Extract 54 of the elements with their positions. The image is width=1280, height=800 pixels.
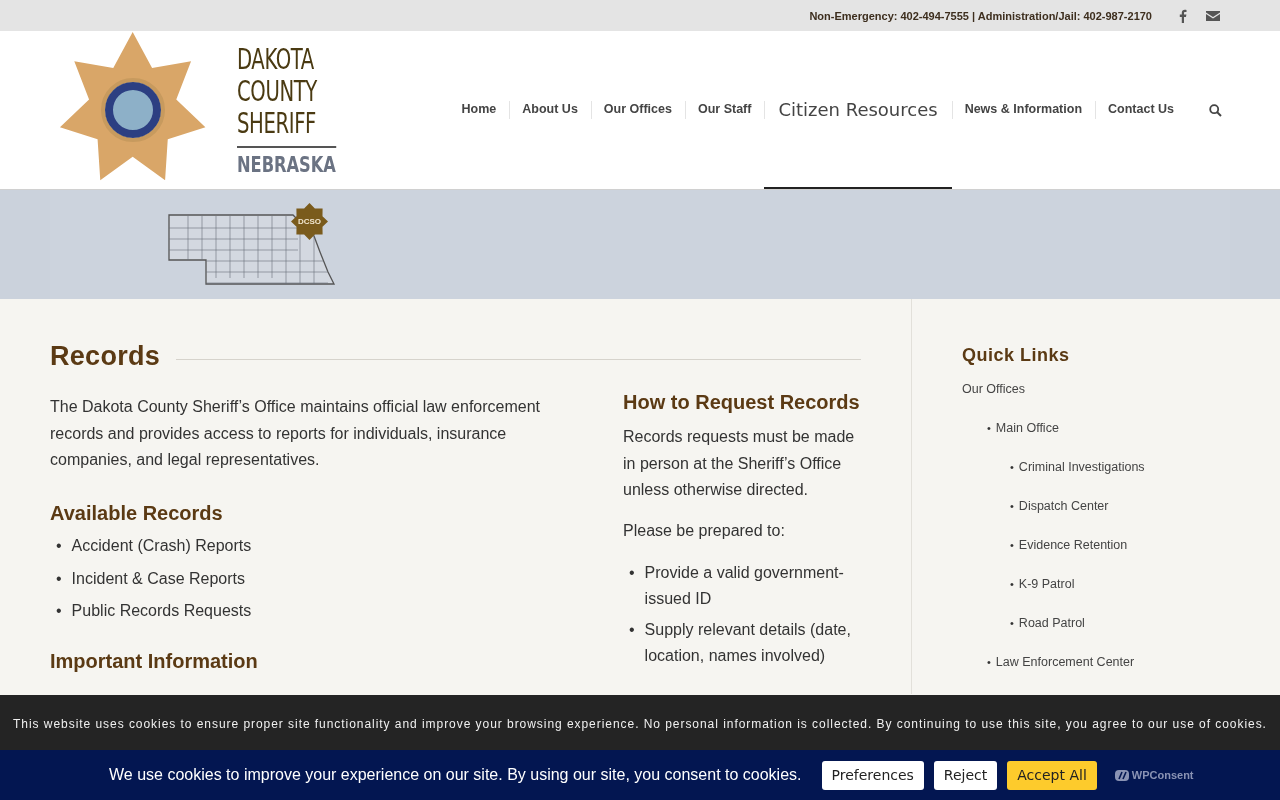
intro-paragraph: The Dakota County Sheriff’s Office maintains official law enforcement records and provides access to reports for individuals, insurance companies, and legal representatives. [50, 397, 541, 470]
logo-text: COUNTY [237, 75, 319, 108]
quick-link[interactable]: K-9 Patrol [1018, 577, 1075, 591]
quick-link[interactable]: Dispatch Center [1018, 499, 1109, 513]
bullet-icon: • [1010, 500, 1014, 512]
quick-link[interactable]: Our Offices [962, 382, 1025, 396]
bullet-icon: • [56, 600, 62, 622]
nav-link[interactable]: Our Offices [590, 31, 685, 189]
nav-link[interactable]: Our Staff [684, 31, 765, 189]
bullet-icon: • [987, 422, 991, 434]
bullet-icon: • [629, 617, 635, 669]
logo-text: DAKOTA [237, 43, 316, 76]
list-item: Provide a valid government-issued ID [644, 563, 845, 609]
facebook-icon [1179, 8, 1187, 23]
nav-link[interactable]: News & Information [951, 31, 1095, 189]
consent-button[interactable]: Reject [933, 760, 998, 790]
nav-link[interactable]: About Us [509, 31, 591, 189]
contact-phones: Non-Emergency: 402-494-7555 | Administration/Jail: 402-987-2170 [809, 9, 1152, 22]
bullet-icon: • [629, 560, 635, 612]
bullet-icon: • [1010, 461, 1014, 473]
bullet-icon: • [1010, 578, 1014, 590]
search-icon[interactable] [1209, 103, 1222, 117]
list-item: Public Records Requests [71, 601, 252, 621]
brand-name: WPConsent [1131, 769, 1194, 781]
quick-link[interactable]: Main Office [995, 421, 1059, 435]
bullet-icon: • [987, 656, 991, 668]
list-item: Supply relevant details (date, location, names involved) [644, 620, 852, 666]
paragraph: Please be prepared to: [623, 520, 786, 541]
bullet-icon: • [56, 567, 62, 590]
bullet-icon: • [1010, 539, 1014, 551]
consent-button[interactable]: Preferences [821, 760, 924, 790]
page-title: Records [50, 341, 161, 372]
section-heading: Available Records [50, 501, 224, 525]
brand-logo-icon [1114, 769, 1129, 781]
nav-link[interactable]: Home [448, 31, 510, 189]
quick-link[interactable]: Evidence Retention [1018, 538, 1128, 552]
sidebar-title: Quick Links [962, 345, 1071, 366]
quick-link[interactable]: Road Patrol [1018, 616, 1085, 630]
paragraph: Records requests must be made in person at the Sheriff’s Office unless otherwise directed. [623, 427, 856, 500]
list-item: Accident (Crash) Reports [71, 536, 252, 556]
logo-state: NEBRASKA [237, 145, 337, 177]
list-item: Incident & Case Reports [71, 568, 246, 589]
accept-button[interactable]: Accept All [1007, 760, 1097, 790]
quick-link[interactable]: Law Enforcement Center [995, 655, 1135, 669]
logo-text: SHERIFF [237, 107, 318, 140]
section-heading: How to Request Records [623, 391, 861, 414]
bullet-icon: • [1010, 617, 1014, 629]
bullet-icon: • [56, 535, 62, 557]
cookie-notice-text: This website uses cookies to ensure proper site functionality and improve your browsing experience. No personal information is collected. By continuing to use this site, you agree to our use of cookies. [13, 717, 1267, 733]
quick-link[interactable]: Criminal Investigations [1018, 460, 1145, 474]
consent-text: We use cookies to improve your experience on our site. By using our site, you consent to cookies. [109, 766, 802, 784]
nav-link[interactable]: Contact Us [1095, 31, 1187, 189]
mail-icon [1206, 10, 1220, 21]
section-heading: Important Information [50, 650, 259, 673]
